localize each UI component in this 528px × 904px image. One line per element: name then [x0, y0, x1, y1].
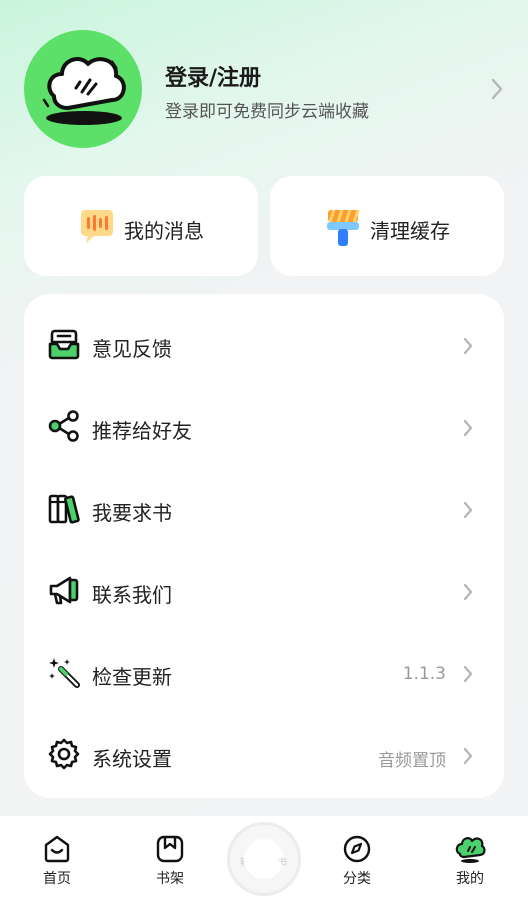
nav-label: 我的	[456, 871, 484, 887]
menu-item-book-request[interactable]: 我要求书	[24, 464, 504, 546]
nav-home[interactable]: 首页	[27, 834, 87, 888]
clear-cache-button[interactable]: 清理缓存	[270, 176, 504, 276]
nav-category[interactable]: 分类	[327, 834, 387, 888]
chevron-right-icon	[463, 501, 473, 519]
chevron-right-icon	[463, 747, 473, 765]
profile-cloud-icon	[455, 837, 486, 863]
magic-wand-icon	[49, 658, 80, 688]
avatar[interactable]	[24, 30, 142, 148]
nav-label: 分类	[343, 871, 371, 887]
center-text-right: 书	[278, 858, 288, 868]
cloud-mascot-icon	[42, 57, 126, 125]
megaphone-icon	[49, 576, 79, 605]
login-title[interactable]: 登录/注册	[165, 60, 261, 92]
home-icon	[44, 835, 70, 863]
chevron-right-icon[interactable]	[490, 77, 504, 101]
chevron-right-icon	[463, 419, 473, 437]
compass-icon	[343, 835, 371, 863]
menu-label: 检查更新	[92, 665, 172, 689]
gear-icon	[48, 738, 80, 770]
menu-item-check-update[interactable]: 检查更新 1.1.3	[24, 628, 504, 710]
bookshelf-icon	[156, 835, 184, 863]
audio-play-button[interactable]: 轻 书	[227, 822, 301, 896]
books-icon	[48, 494, 80, 524]
chevron-right-icon	[463, 665, 473, 683]
my-messages-button[interactable]: 我的消息	[24, 176, 258, 276]
settings-menu: 意见反馈 推荐给好友 我要求书 联系我们 检查更新 1.1.3 系统设置 音频置…	[24, 294, 504, 798]
menu-item-feedback[interactable]: 意见反馈	[24, 300, 504, 382]
menu-label: 系统设置	[92, 747, 172, 771]
version-value: 1.1.3	[402, 664, 446, 684]
share-icon	[48, 410, 79, 442]
chevron-right-icon	[463, 583, 473, 601]
message-icon	[81, 210, 113, 243]
menu-item-contact[interactable]: 联系我们	[24, 546, 504, 628]
nav-label: 书架	[156, 871, 184, 887]
setting-value: 音频置顶	[378, 751, 446, 771]
feedback-icon	[48, 329, 80, 360]
clear-cache-label: 清理缓存	[370, 219, 450, 243]
menu-label: 我要求书	[92, 501, 172, 525]
login-subtitle: 登录即可免费同步云端收藏	[165, 102, 369, 122]
bottom-nav: 首页 书架 轻 书 分类 我的	[0, 816, 528, 904]
profile-header[interactable]: 登录/注册 登录即可免费同步云端收藏	[24, 30, 504, 148]
menu-item-system-settings[interactable]: 系统设置 音频置顶	[24, 710, 504, 792]
menu-label: 推荐给好友	[92, 419, 192, 443]
menu-label: 联系我们	[92, 583, 172, 607]
menu-label: 意见反馈	[92, 337, 172, 361]
nav-mine[interactable]: 我的	[440, 834, 500, 888]
menu-item-share[interactable]: 推荐给好友	[24, 382, 504, 464]
brush-icon	[327, 209, 360, 246]
nav-label: 首页	[43, 871, 71, 887]
chevron-right-icon	[463, 337, 473, 355]
nav-bookshelf[interactable]: 书架	[140, 834, 200, 888]
my-messages-label: 我的消息	[124, 219, 204, 243]
